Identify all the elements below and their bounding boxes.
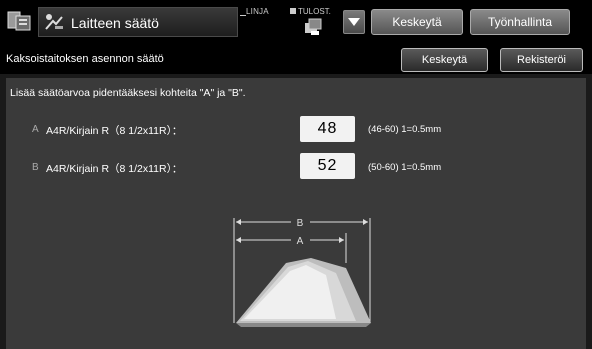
diagram-label-a: A — [297, 236, 304, 247]
fold-position-diagram: B A — [226, 213, 376, 333]
job-dropdown-button[interactable] — [343, 10, 365, 34]
row-b-label: A4R/Kirjain R（8 1/2x11R）： — [46, 163, 183, 175]
stop-button[interactable]: Keskeytä — [371, 9, 463, 35]
line-status-label: LINJA — [246, 7, 269, 16]
printer-icon — [303, 17, 323, 37]
row-a-range: (46-60) 1=0.5mm — [368, 124, 442, 135]
print-status-label: TULOST. — [298, 7, 331, 16]
chevron-down-icon — [348, 18, 360, 26]
screen-title: Laitteen säätö — [71, 15, 159, 31]
cancel-button[interactable]: Keskeytä — [401, 48, 488, 72]
adjustment-icon — [43, 11, 65, 33]
top-bar: Laitteen säätö LINJA TULOST. Keskeytä Ty… — [0, 0, 592, 44]
page-title: Kaksoistaitoksen asennon säätö — [6, 53, 164, 65]
row-b-range: (50-60) 1=0.5mm — [368, 162, 442, 173]
value-b-input[interactable]: 52 — [300, 153, 355, 179]
diagram-label-b: B — [297, 218, 304, 229]
screen-title-box: Laitteen säätö — [38, 7, 238, 37]
row-b-letter: B — [32, 162, 39, 173]
main-panel: Lisää säätöarvoa pidentääksesi kohteita … — [6, 78, 586, 349]
home-icon[interactable] — [6, 8, 34, 34]
row-a-label: A4R/Kirjain R（8 1/2x11R）： — [46, 125, 183, 137]
instruction-text: Lisää säätöarvoa pidentääksesi kohteita … — [10, 87, 246, 99]
value-a-input[interactable]: 48 — [300, 116, 355, 142]
row-a-letter: A — [32, 124, 39, 135]
print-indicator-icon — [290, 8, 296, 14]
job-status-button[interactable]: Työnhallinta — [470, 9, 570, 35]
sub-header: Kaksoistaitoksen asennon säätö Keskeytä … — [0, 44, 592, 74]
register-button[interactable]: Rekisteröi — [500, 48, 583, 72]
